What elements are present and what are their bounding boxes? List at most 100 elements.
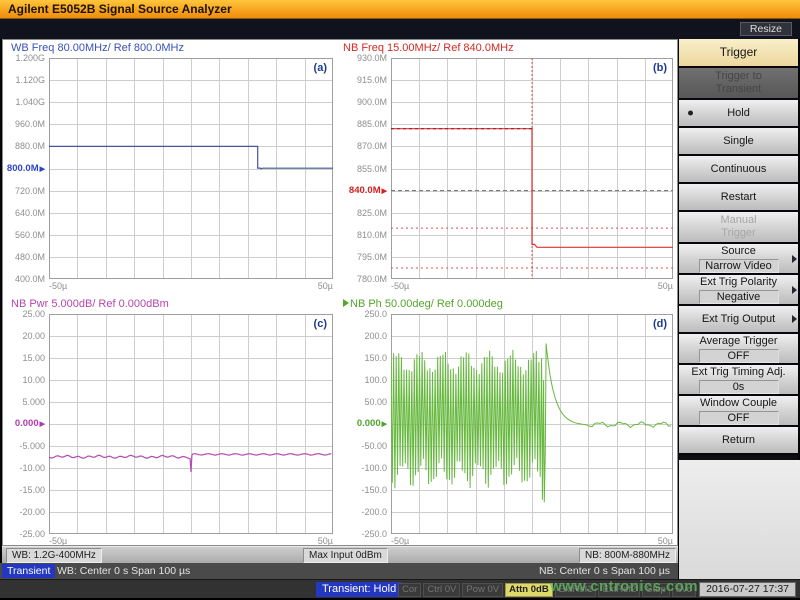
nb-sweep-readout: NB: Center 0 s Span 100 µs [539, 564, 670, 578]
top-strip [0, 19, 800, 39]
mode-badge: Transient [2, 564, 55, 578]
plot-a-ref-level-label: 800.0M▶ [3, 164, 45, 174]
y-tick-label: 885.0M [345, 119, 387, 129]
resize-button[interactable]: Resize [740, 22, 792, 36]
y-tick-label: -250.0 [345, 529, 387, 539]
softkey-ext-trig-timing-adj-[interactable]: Ext Trig Timing Adj.0s [679, 365, 798, 396]
indicator-extref1: ExtRef1 [555, 583, 597, 597]
plot-panel-c[interactable]: NB Pwr 5.000dB/ Ref 0.000dBm25.0020.0015… [3, 296, 337, 546]
y-tick-label: 20.00 [3, 331, 45, 341]
indicator-attn-0db: Attn 0dB [505, 583, 553, 597]
softkey-trigger[interactable]: Trigger [679, 39, 798, 68]
y-tick-label: -150.0 [345, 485, 387, 495]
y-tick-label: 880.0M [3, 141, 45, 151]
instrument-screen: Agilent E5052B Signal Source Analyzer Re… [0, 0, 800, 600]
y-tick-label: -100.0 [345, 463, 387, 473]
x-tick-left: -50µ [49, 281, 67, 291]
plot-a-grid [49, 58, 333, 279]
sweep-status-bar: Transient WB: Center 0 s Span 100 µs NB:… [0, 563, 678, 579]
softkey-menu: TriggerTrigger toTransientHoldSingleCont… [679, 39, 798, 460]
softkey-continuous[interactable]: Continuous [679, 156, 798, 184]
ref-marker-icon: ▶ [40, 166, 45, 173]
x-tick-right: 50µ [303, 536, 333, 546]
y-tick-label: 25.00 [3, 309, 45, 319]
plot-screen: WB Freq 80.00MHz/ Ref 800.0MHz1.200G1.12… [2, 39, 678, 546]
y-tick-label: 720.0M [3, 186, 45, 196]
x-tick-left: -50µ [391, 281, 409, 291]
y-tick-label: 930.0M [345, 53, 387, 63]
y-tick-label: 15.00 [3, 353, 45, 363]
plot-panel-b[interactable]: NB Freq 15.00MHz/ Ref 840.0MHz930.0M915.… [339, 40, 677, 294]
softkey-return[interactable]: Return [679, 427, 798, 455]
trace-c [49, 454, 331, 472]
plot-panel-a[interactable]: WB Freq 80.00MHz/ Ref 800.0MHz1.200G1.12… [3, 40, 337, 294]
active-trace-icon [343, 299, 349, 307]
y-tick-label: 640.0M [3, 208, 45, 218]
y-tick-label: 915.0M [345, 75, 387, 85]
y-tick-label: -15.00 [3, 485, 45, 495]
datetime-readout: 2016-07-27 17:37 [699, 582, 796, 597]
x-tick-left: -50µ [49, 536, 67, 546]
y-tick-label: 870.0M [345, 141, 387, 151]
y-tick-label: 825.0M [345, 208, 387, 218]
y-tick-label: 50.00 [345, 397, 387, 407]
nb-band-readout: NB: 800M-880MHz [579, 548, 676, 563]
plot-c-grid [49, 314, 333, 534]
x-tick-left: -50µ [391, 536, 409, 546]
submenu-arrow-icon [792, 315, 797, 323]
y-tick-label: 560.0M [3, 230, 45, 240]
window-title-bar: Agilent E5052B Signal Source Analyzer [0, 0, 800, 19]
y-tick-label: 855.0M [345, 164, 387, 174]
softkey-hold[interactable]: Hold [679, 100, 798, 128]
y-tick-label: -20.00 [3, 507, 45, 517]
y-tick-label: 1.040G [3, 97, 45, 107]
softkey-value: 0s [699, 380, 779, 394]
selected-bullet-icon [688, 111, 693, 116]
softkey-ext-trig-output[interactable]: Ext Trig Output [679, 306, 798, 334]
y-tick-label: 10.00 [3, 375, 45, 385]
softkey-source[interactable]: SourceNarrow Video [679, 244, 798, 275]
max-input-readout: Max Input 0dBm [303, 548, 388, 563]
y-tick-label: 200.0 [345, 331, 387, 341]
submenu-arrow-icon [792, 255, 797, 263]
plot-panel-d[interactable]: NB Ph 50.00deg/ Ref 0.000deg250.0200.015… [339, 296, 677, 546]
y-tick-label: 900.0M [345, 97, 387, 107]
indicator-stop: Stop [642, 583, 670, 597]
y-tick-label: -5.000 [3, 441, 45, 451]
plot-d-grid [391, 314, 673, 534]
softkey-value: OFF [699, 349, 779, 363]
trigger-status-badge: Transient: Hold [316, 582, 402, 597]
indicator-pow-0v: Pow 0V [462, 583, 503, 597]
indicator-extref2: ExtRef2 [598, 583, 640, 597]
submenu-arrow-icon [792, 286, 797, 294]
plot-c-ref-level-label: 0.000▶ [3, 419, 45, 429]
ref-marker-icon: ▶ [40, 421, 45, 428]
y-tick-label: 780.0M [345, 274, 387, 284]
plot-b-ref-level-label: 840.0M▶ [345, 186, 387, 196]
x-tick-right: 50µ [303, 281, 333, 291]
wb-sweep-readout: WB: Center 0 s Span 100 µs [57, 564, 190, 578]
softkey-menu-blank-area [679, 460, 800, 579]
indicator-cor: Cor [398, 583, 421, 597]
plot-d-ref-level-label: 0.000▶ [345, 419, 387, 429]
plot-b-grid [391, 58, 673, 279]
ref-marker-icon: ▶ [382, 188, 387, 195]
softkey-window-couple[interactable]: Window CoupleOFF [679, 396, 798, 427]
softkey-manual: ManualTrigger [679, 212, 798, 244]
indicator-svc: Svc [672, 583, 696, 597]
y-tick-label: 810.0M [345, 230, 387, 240]
ref-marker-icon: ▶ [382, 421, 387, 428]
wb-band-readout: WB: 1.2G-400MHz [6, 548, 102, 563]
y-tick-label: 250.0 [345, 309, 387, 319]
y-tick-label: 100.0 [345, 375, 387, 385]
y-tick-label: 1.120G [3, 75, 45, 85]
softkey-average-trigger[interactable]: Average TriggerOFF [679, 334, 798, 365]
y-tick-label: 480.0M [3, 252, 45, 262]
softkey-single[interactable]: Single [679, 128, 798, 156]
y-tick-label: 960.0M [3, 119, 45, 129]
y-tick-label: -200.0 [345, 507, 387, 517]
y-tick-label: 400.0M [3, 274, 45, 284]
y-tick-label: 5.000 [3, 397, 45, 407]
softkey-restart[interactable]: Restart [679, 184, 798, 212]
softkey-ext-trig-polarity[interactable]: Ext Trig PolarityNegative [679, 275, 798, 306]
